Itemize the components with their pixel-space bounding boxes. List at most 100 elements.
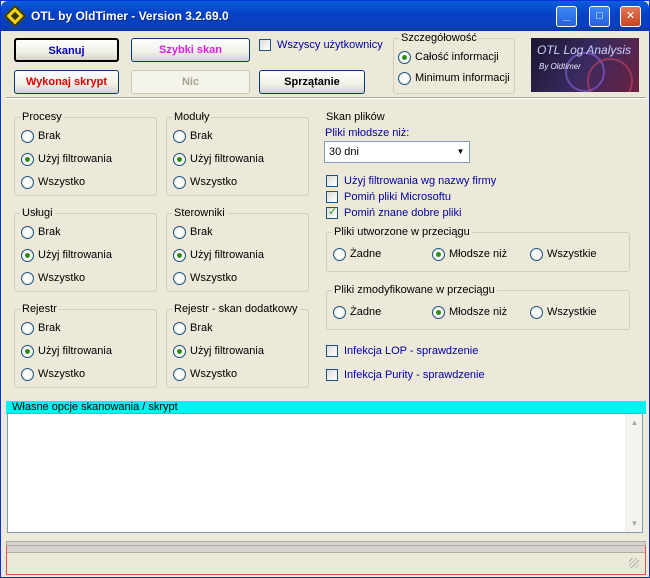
processes-group: Procesy Brak Użyj filtrowania Wszystko bbox=[14, 111, 157, 196]
all-users-checkbox-box[interactable] bbox=[259, 39, 271, 51]
checkbox-box[interactable] bbox=[326, 345, 338, 357]
logo-title: OTL Log Analysis bbox=[537, 43, 632, 57]
radio-label: Użyj filtrowania bbox=[190, 249, 264, 261]
radio-dot[interactable] bbox=[333, 306, 346, 319]
radio-label: Wszystko bbox=[38, 272, 86, 284]
close-button[interactable]: ✕ bbox=[620, 6, 641, 27]
radio-label: Żadne bbox=[350, 306, 382, 318]
radio-label: Użyj filtrowania bbox=[38, 249, 112, 261]
radio-label: Młodsze niż bbox=[449, 306, 508, 318]
title-bar[interactable]: OTL by OldTimer - Version 3.2.69.0 _ □ ✕ bbox=[1, 1, 649, 31]
radio-label: Wszystko bbox=[190, 176, 238, 188]
radio-dot[interactable] bbox=[21, 322, 34, 335]
radio-label: Użyj filtrowania bbox=[38, 345, 112, 357]
created-group: Pliki utworzone w przeciągu Żadne Młodsz… bbox=[326, 226, 630, 272]
registry-group: Rejestr Brak Użyj filtrowania Wszystko bbox=[14, 303, 157, 388]
detail-minimum-radio-dot[interactable] bbox=[398, 72, 411, 85]
radio-dot[interactable] bbox=[333, 248, 346, 261]
newer-than-label: Pliki młodsze niż: bbox=[325, 127, 410, 139]
radio-label: Użyj filtrowania bbox=[190, 153, 264, 165]
radio-label: Użyj filtrowania bbox=[38, 153, 112, 165]
radio-dot[interactable] bbox=[173, 368, 186, 381]
modified-group: Pliki zmodyfikowane w przeciągu Żadne Mł… bbox=[326, 284, 630, 330]
checkbox-box[interactable] bbox=[326, 191, 338, 203]
checkbox-label: Infekcja LOP - sprawdzenie bbox=[344, 345, 479, 357]
radio-dot[interactable] bbox=[21, 249, 34, 262]
checkbox-label: Pomiń pliki Microsoftu bbox=[344, 191, 451, 203]
radio-dot[interactable] bbox=[173, 226, 186, 239]
modified-legend: Pliki zmodyfikowane w przeciągu bbox=[332, 284, 497, 296]
detail-legend: Szczegółowość bbox=[399, 32, 479, 44]
newer-than-dropdown[interactable]: 30 dni ▼ bbox=[324, 141, 470, 163]
newer-than-value: 30 dni bbox=[329, 146, 359, 158]
radio-dot[interactable] bbox=[21, 368, 34, 381]
radio-dot[interactable] bbox=[173, 322, 186, 335]
radio-label: Brak bbox=[38, 130, 61, 142]
radio-dot[interactable] bbox=[21, 226, 34, 239]
radio-dot[interactable] bbox=[21, 130, 34, 143]
cleanup-button[interactable]: Sprzątanie bbox=[259, 70, 365, 94]
detail-minimum-label: Minimum informacji bbox=[415, 72, 510, 84]
radio-dot[interactable] bbox=[21, 345, 34, 358]
scroll-down-icon[interactable]: ▼ bbox=[626, 515, 643, 532]
registry-extra-legend: Rejestr - skan dodatkowy bbox=[172, 303, 300, 315]
radio-label: Wszystkie bbox=[547, 306, 597, 318]
checkbox-label: Infekcja Purity - sprawdzenie bbox=[344, 369, 485, 381]
all-users-label: Wszyscy użytkownicy bbox=[277, 39, 383, 51]
radio-dot[interactable] bbox=[173, 153, 186, 166]
radio-dot[interactable] bbox=[432, 248, 445, 261]
radio-label: Wszystko bbox=[38, 176, 86, 188]
registry-legend: Rejestr bbox=[20, 303, 59, 315]
radio-dot[interactable] bbox=[21, 272, 34, 285]
detail-full-radio-dot[interactable] bbox=[398, 51, 411, 64]
radio-dot[interactable] bbox=[173, 130, 186, 143]
drivers-legend: Sterowniki bbox=[172, 207, 227, 219]
checkbox-label: Użyj filtrowania wg nazwy firmy bbox=[344, 175, 497, 187]
logo-subtitle: By Oldtimer bbox=[539, 62, 581, 71]
nothing-button[interactable]: Nic bbox=[131, 70, 250, 94]
radio-dot[interactable] bbox=[173, 345, 186, 358]
otl-logo: OTL Log Analysis By Oldtimer bbox=[531, 38, 639, 92]
scroll-up-icon[interactable]: ▲ bbox=[626, 414, 643, 431]
logo-ring bbox=[587, 58, 633, 92]
detail-full-label: Całość informacji bbox=[415, 51, 499, 63]
scan-button[interactable]: Skanuj bbox=[14, 38, 119, 62]
radio-label: Brak bbox=[190, 322, 213, 334]
resize-grip-icon[interactable] bbox=[629, 558, 639, 568]
modules-legend: Moduły bbox=[172, 111, 212, 123]
radio-dot[interactable] bbox=[21, 153, 34, 166]
quick-scan-button[interactable]: Szybki skan bbox=[131, 38, 250, 62]
radio-dot[interactable] bbox=[173, 272, 186, 285]
run-script-button[interactable]: Wykonaj skrypt bbox=[14, 70, 119, 94]
modules-group: Moduły Brak Użyj filtrowania Wszystko bbox=[166, 111, 309, 196]
checkbox-box[interactable] bbox=[326, 369, 338, 381]
chevron-down-icon[interactable]: ▼ bbox=[452, 142, 469, 162]
radio-label: Młodsze niż bbox=[449, 248, 508, 260]
window-title: OTL by OldTimer - Version 3.2.69.0 bbox=[31, 9, 229, 23]
custom-options-textarea[interactable]: ▲ ▼ bbox=[7, 413, 643, 533]
processes-legend: Procesy bbox=[20, 111, 64, 123]
radio-dot[interactable] bbox=[432, 306, 445, 319]
registry-extra-group: Rejestr - skan dodatkowy Brak Użyj filtr… bbox=[166, 303, 309, 388]
created-legend: Pliki utworzone w przeciągu bbox=[332, 226, 472, 238]
vertical-scrollbar[interactable]: ▲ ▼ bbox=[625, 414, 642, 532]
services-legend: Usługi bbox=[20, 207, 55, 219]
separator bbox=[6, 97, 646, 99]
radio-dot[interactable] bbox=[530, 248, 543, 261]
radio-dot[interactable] bbox=[21, 176, 34, 189]
radio-label: Brak bbox=[38, 226, 61, 238]
radio-label: Wszystko bbox=[38, 368, 86, 380]
radio-dot[interactable] bbox=[530, 306, 543, 319]
radio-label: Wszystkie bbox=[547, 248, 597, 260]
radio-dot[interactable] bbox=[173, 176, 186, 189]
custom-options-label: Własne opcje skanowania / skrypt bbox=[12, 401, 178, 413]
detail-group: Szczegółowość Całość informacji Minimum … bbox=[393, 32, 515, 94]
checkbox-box[interactable] bbox=[326, 175, 338, 187]
radio-label: Brak bbox=[38, 322, 61, 334]
maximize-button[interactable]: □ bbox=[589, 6, 610, 27]
app-icon bbox=[3, 4, 27, 28]
checkbox-box[interactable] bbox=[326, 206, 338, 219]
minimize-button[interactable]: _ bbox=[556, 6, 577, 27]
radio-dot[interactable] bbox=[173, 249, 186, 262]
radio-label: Brak bbox=[190, 130, 213, 142]
